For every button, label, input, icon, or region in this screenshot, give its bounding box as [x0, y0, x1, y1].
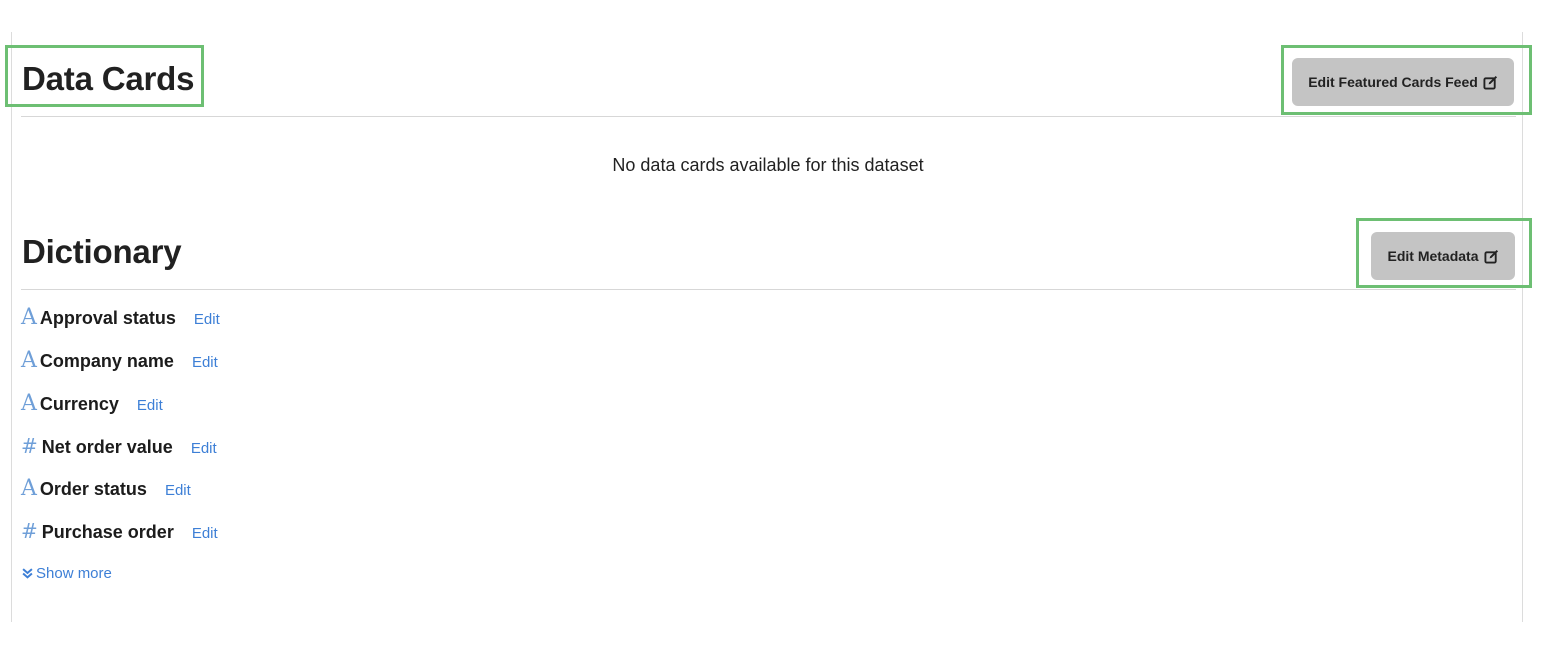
edit-featured-cards-feed-label: Edit Featured Cards Feed	[1308, 74, 1478, 90]
field-name: Currency	[39, 394, 119, 414]
field-name: Company name	[39, 351, 174, 371]
edit-field-link[interactable]: Edit	[194, 311, 220, 328]
field-name: Purchase order	[41, 522, 174, 542]
field-name: Net order value	[41, 437, 173, 457]
text-type-icon: A	[21, 348, 37, 373]
dictionary-heading: Dictionary	[22, 233, 182, 270]
dictionary-field-row: A Currency Edit	[21, 391, 163, 416]
field-name: Approval status	[39, 308, 176, 328]
edit-icon	[1483, 249, 1498, 264]
number-type-icon: #	[21, 519, 38, 543]
edit-icon	[1483, 75, 1497, 90]
text-type-icon: A	[21, 476, 37, 501]
dictionary-field-row: # Net order value Edit	[21, 434, 217, 458]
panel-left-border	[11, 32, 12, 622]
data-cards-heading: Data Cards	[22, 60, 195, 97]
edit-metadata-button[interactable]: Edit Metadata	[1371, 232, 1515, 280]
edit-field-link[interactable]: Edit	[191, 440, 217, 457]
edit-field-link[interactable]: Edit	[192, 525, 218, 542]
dictionary-field-row: # Purchase order Edit	[21, 519, 218, 543]
show-more-link[interactable]: Show more	[22, 565, 112, 582]
panel-right-border	[1522, 32, 1523, 622]
edit-field-link[interactable]: Edit	[137, 397, 163, 414]
text-type-icon: A	[21, 391, 37, 416]
dictionary-field-row: A Approval status Edit	[21, 305, 220, 330]
dictionary-field-row: A Order status Edit	[21, 476, 191, 501]
data-cards-empty-message: No data cards available for this dataset	[612, 155, 924, 175]
show-more-label: Show more	[36, 565, 112, 582]
edit-field-link[interactable]: Edit	[192, 354, 218, 371]
edit-field-link[interactable]: Edit	[165, 482, 191, 499]
double-chevron-down-icon	[22, 568, 33, 579]
dictionary-divider	[21, 289, 1516, 290]
number-type-icon: #	[21, 434, 38, 458]
edit-featured-cards-feed-button[interactable]: Edit Featured Cards Feed	[1292, 58, 1514, 106]
data-cards-divider	[21, 116, 1516, 117]
edit-metadata-label: Edit Metadata	[1387, 248, 1479, 264]
field-name: Order status	[39, 479, 147, 499]
dictionary-field-row: A Company name Edit	[21, 348, 218, 373]
text-type-icon: A	[21, 305, 37, 330]
